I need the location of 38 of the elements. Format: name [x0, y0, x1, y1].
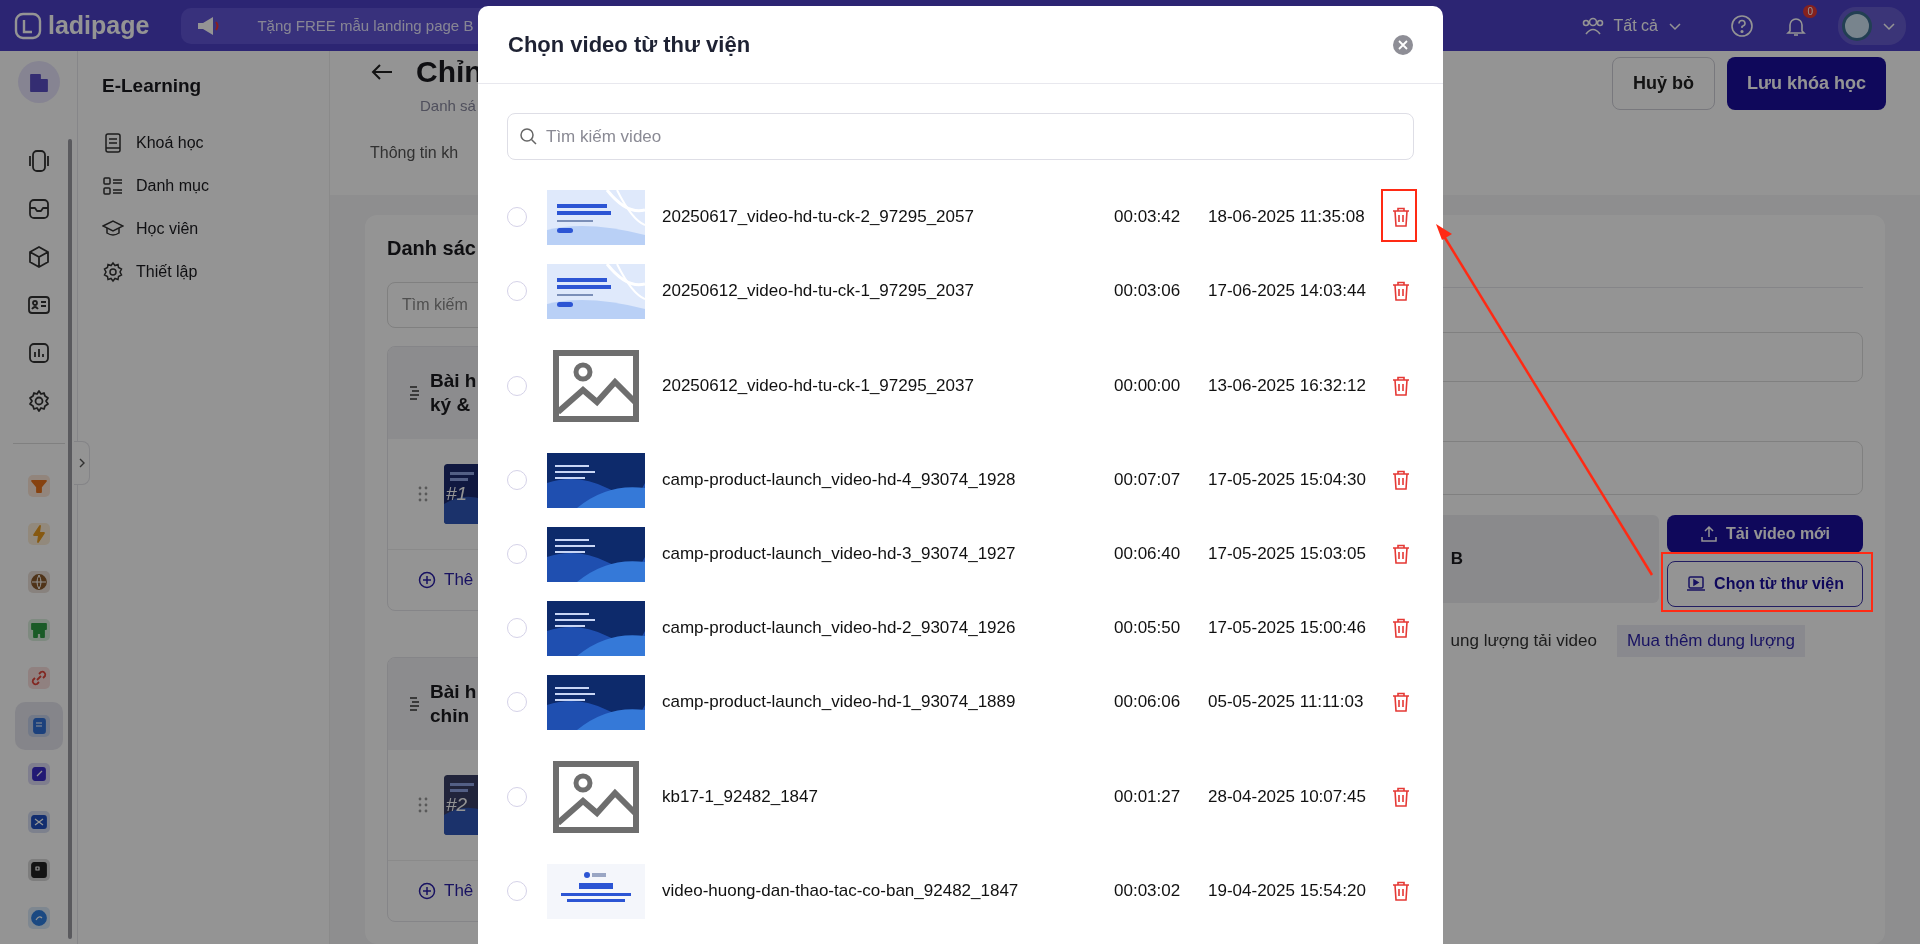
- video-duration: 00:07:07: [1114, 470, 1182, 490]
- lesson-number: #1: [446, 483, 468, 505]
- video-duration: 00:00:00: [1114, 375, 1182, 396]
- upload-date: 05-05-2025 11:11:03: [1208, 692, 1365, 712]
- video-duration: 00:06:40: [1114, 544, 1182, 564]
- notification-count: 0: [1803, 4, 1817, 18]
- chapter-title: Bài h ký &: [430, 369, 477, 417]
- file-size-text: B: [1450, 549, 1463, 569]
- upload-date: 18-06-2025 11:35:08: [1208, 207, 1366, 227]
- video-duration: 00:05:50: [1114, 618, 1182, 638]
- video-name: kb17-1_92482_1847: [662, 786, 819, 807]
- video-name: 20250617_video-hd-tu-ck-2_97295_2057: [662, 207, 975, 227]
- lesson-number: #2: [446, 794, 468, 816]
- video-name: camp-product-launch_video-hd-3_93074_1927: [662, 544, 1017, 564]
- storage-note: ung lượng tải video: [1450, 631, 1597, 651]
- upload-date: 17-05-2025 15:00:46: [1208, 618, 1367, 638]
- upload-date: 28-04-2025 10:07:45: [1208, 786, 1367, 807]
- sidebar-title: E-Learning: [102, 75, 203, 97]
- logo-text: ladipage: [48, 11, 150, 40]
- chapter-title: Bài h chỉn: [430, 680, 477, 728]
- section-heading: Danh sác: [387, 237, 477, 260]
- upload-date: 17-05-2025 15:04:30: [1208, 470, 1367, 490]
- video-duration: 00:03:42: [1114, 207, 1182, 227]
- video-name: camp-product-launch_video-hd-4_93074_1928: [662, 470, 1017, 490]
- upload-date: 13-06-2025 16:32:12: [1208, 375, 1367, 396]
- video-name: 20250612_video-hd-tu-ck-1_97295_2037: [662, 375, 975, 396]
- upload-date: 17-05-2025 15:03:05: [1208, 544, 1367, 564]
- video-duration: 00:01:27: [1114, 786, 1182, 807]
- video-duration: 00:03:06: [1114, 281, 1182, 301]
- video-duration: 00:06:06: [1114, 692, 1182, 712]
- video-name: 20250612_video-hd-tu-ck-1_97295_2037: [662, 281, 975, 301]
- video-duration: 00:03:02: [1114, 881, 1182, 901]
- upload-date: 19-04-2025 15:54:20: [1208, 881, 1367, 901]
- upload-date: 17-06-2025 14:03:44: [1208, 281, 1367, 301]
- video-name: camp-product-launch_video-hd-1_93074_1889: [662, 692, 1017, 712]
- video-name: video-huong-dan-thao-tac-co-ban_92482_1847: [662, 881, 1020, 901]
- video-name: camp-product-launch_video-hd-2_93074_1926: [662, 618, 1017, 638]
- promo-text: Tặng FREE mẫu landing page B: [257, 17, 474, 34]
